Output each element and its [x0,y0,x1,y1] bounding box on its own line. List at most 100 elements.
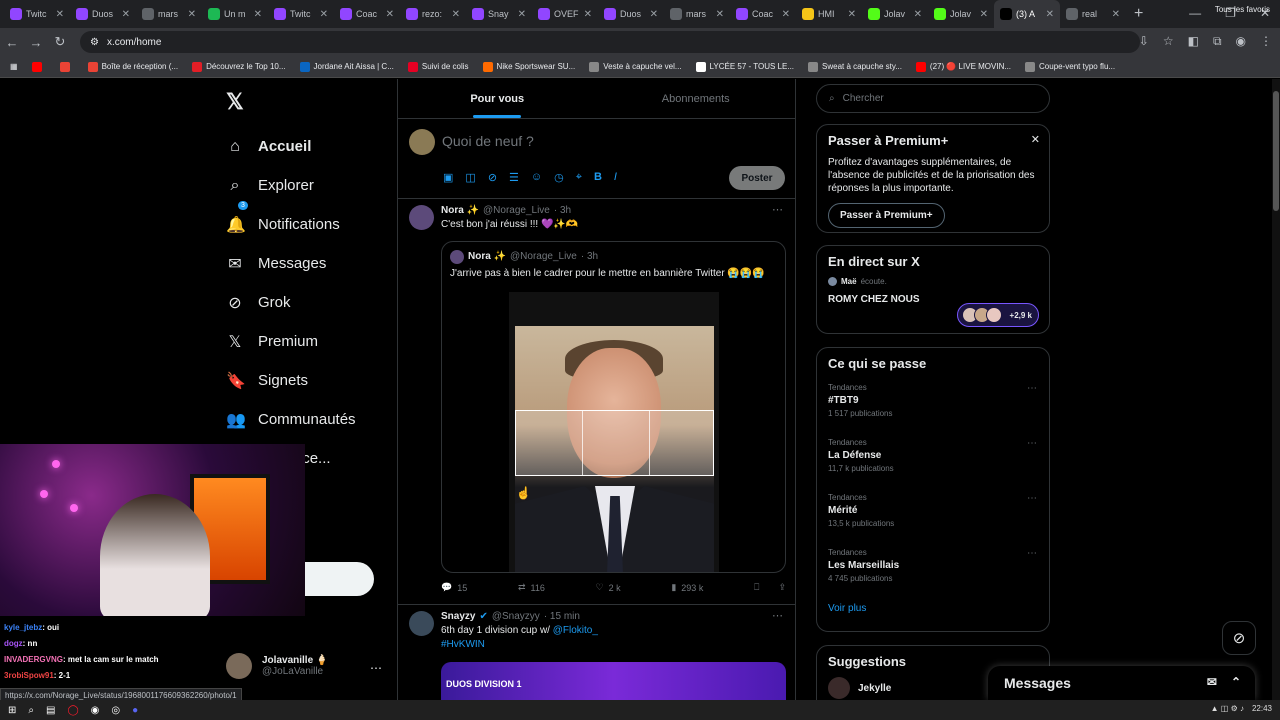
more-icon[interactable]: ⋯ [1027,548,1037,559]
browser-tab[interactable]: mars ✕ [664,0,730,28]
account-switcher[interactable]: Jolavanille 🍦 @JoLaVanille [226,653,328,679]
x-logo-icon[interactable]: 𝕏 [226,89,244,115]
more-icon[interactable]: ⋯ [370,661,382,675]
expand-icon[interactable]: ⌃ [1231,675,1241,689]
close-icon[interactable]: ✕ [1031,133,1040,146]
tab-for-you[interactable]: Pour vous [398,79,597,118]
sidebar-item-bookmark[interactable]: 🔖 Signets [226,361,356,400]
trend-item[interactable]: Tendances La Défense 11,7 k publications ⋯ [817,434,1049,489]
bookmark-item[interactable]: Veste à capuche vel... [589,61,682,72]
opera-icon[interactable]: ◯ [67,705,78,716]
schedule-icon[interactable]: ◷ [554,171,564,184]
browser-tab[interactable]: Coac ✕ [730,0,796,28]
close-tab-icon[interactable]: ✕ [1046,9,1054,20]
close-tab-icon[interactable]: ✕ [782,9,790,20]
folder-icon[interactable]: ▤ [46,705,55,716]
profile-icon[interactable]: ◉ [1236,34,1246,49]
discord-icon[interactable]: ● [132,705,138,716]
clock[interactable]: 22:43 [1252,704,1272,713]
listeners-pill[interactable]: +2,9 k [957,303,1039,327]
sidebar-item-search[interactable]: ⌕ Explorer [226,166,356,205]
bookmark-item[interactable]: (27) 🔴 LIVE MOVIN... [915,61,1011,72]
bookmark-button[interactable]: ⎕ ⇪ [754,582,786,593]
close-tab-icon[interactable]: ✕ [452,9,460,20]
tweet-author[interactable]: Nora ✨ [441,205,479,216]
browser-tab[interactable]: Coac ✕ [334,0,400,28]
close-tab-icon[interactable]: ✕ [914,9,922,20]
tweet-time[interactable]: · 3h [554,205,571,216]
chrome-icon[interactable]: ◉ [91,705,100,716]
poster-button[interactable]: Poster [729,166,785,190]
views-button[interactable]: ▮ 293 k [671,582,703,593]
browser-tab[interactable]: HMI ✕ [796,0,862,28]
browser-tab[interactable]: Snay ✕ [466,0,532,28]
bookmark-item[interactable] [31,61,46,72]
bookmark-item[interactable]: Découvrez le Top 10... [192,61,286,72]
search-input[interactable]: ⌕ Chercher [816,84,1050,113]
tweet[interactable]: Snayzy ✔ @Snayzyy · 15 min ⋯ 6th day 1 d… [398,605,795,700]
close-tab-icon[interactable]: ✕ [980,9,988,20]
gif-icon[interactable]: ◫ [465,171,475,184]
close-tab-icon[interactable]: ✕ [254,9,262,20]
tweet-handle[interactable]: @Snayzyy [492,611,540,622]
tray-icons[interactable]: ▲ ◫ ⚙ ♪ [1211,704,1244,713]
quoted-tweet[interactable]: Nora ✨ @Norage_Live · 3h J'arrive pas à … [441,241,786,573]
close-tab-icon[interactable]: ✕ [188,9,196,20]
forward-icon[interactable]: → [24,35,48,50]
close-tab-icon[interactable]: ✕ [650,9,658,20]
browser-tab[interactable]: OVEF ✕ [532,0,598,28]
browser-tab[interactable]: Duos ✕ [70,0,136,28]
hashtag-link[interactable]: #HvKWIN [441,639,485,650]
more-icon[interactable]: ⋯ [772,609,783,622]
sidebar-item-x-premium[interactable]: 𝕏 Premium [226,322,356,361]
close-tab-icon[interactable]: ✕ [584,9,592,20]
close-tab-icon[interactable]: ✕ [386,9,394,20]
bookmark-item[interactable]: LYCÉE 57 - TOUS LE... [695,61,794,72]
location-icon[interactable]: ⌖ [576,171,582,184]
quote-image[interactable] [509,292,719,572]
star-icon[interactable]: ☆ [1163,34,1174,49]
site-info-icon[interactable]: ⚙ [90,37,99,48]
trend-item[interactable]: Tendances #TBT9 1 517 publications ⋯ [817,379,1049,434]
trend-item[interactable]: Tendances Les Marseillais 4 745 publicatio… [817,544,1049,599]
avatar[interactable] [409,611,434,636]
browser-tab[interactable]: Twitc ✕ [268,0,334,28]
extension-icon[interactable]: ◧ [1188,34,1199,49]
tweet-author[interactable]: Snayzy [441,611,475,622]
sidebar-item-communities[interactable]: 👥 Communautés [226,400,356,439]
search-icon[interactable]: ⌕ [28,705,34,716]
browser-tab[interactable]: (3) A ✕ [994,0,1060,28]
grok-icon[interactable]: ⊘ [488,171,497,184]
address-bar[interactable]: ⚙ x.com/home [80,31,1140,53]
menu-icon[interactable]: ⋮ [1260,34,1272,49]
emoji-icon[interactable]: ☺ [531,171,542,184]
bookmark-item[interactable]: Nike Sportswear SU... [482,61,575,72]
install-icon[interactable]: ⇩ [1139,34,1149,49]
bookmark-item[interactable]: Sweat à capuche sty... [808,61,902,72]
back-icon[interactable]: ← [0,35,24,50]
repost-button[interactable]: ⇄ 116 [518,582,545,593]
close-tab-icon[interactable]: ✕ [56,9,64,20]
more-icon[interactable]: ⋯ [1027,438,1037,449]
browser-tab[interactable]: Un m ✕ [202,0,268,28]
bookmark-item[interactable]: Coupe-vent typo flu... [1025,61,1115,72]
browser-tab[interactable]: real ✕ [1060,0,1126,28]
scrollbar[interactable] [1272,79,1280,700]
bookmark-item[interactable]: Boîte de réception (... [87,61,178,72]
compose-input[interactable]: Quoi de neuf ? [442,133,534,149]
more-icon[interactable]: ⋯ [772,203,783,216]
apps-icon[interactable]: ▦ [10,62,18,71]
mention-link[interactable]: @Flokito_ [553,625,598,636]
premium-button[interactable]: Passer à Premium+ [828,203,945,228]
sidebar-item-home[interactable]: ⌂ Accueil [226,127,356,166]
close-tab-icon[interactable]: ✕ [122,9,130,20]
browser-tab[interactable]: Duos ✕ [598,0,664,28]
browser-tab[interactable]: Jolav ✕ [862,0,928,28]
image-icon[interactable]: ▣ [443,171,453,184]
bookmark-item[interactable]: Suivi de colis [407,61,469,72]
close-tab-icon[interactable]: ✕ [1112,9,1120,20]
avatar[interactable] [409,205,434,230]
new-tab-icon[interactable]: + [1134,5,1143,23]
more-icon[interactable]: ⋯ [1027,493,1037,504]
all-bookmarks[interactable]: Tous les favoris [1215,5,1270,14]
